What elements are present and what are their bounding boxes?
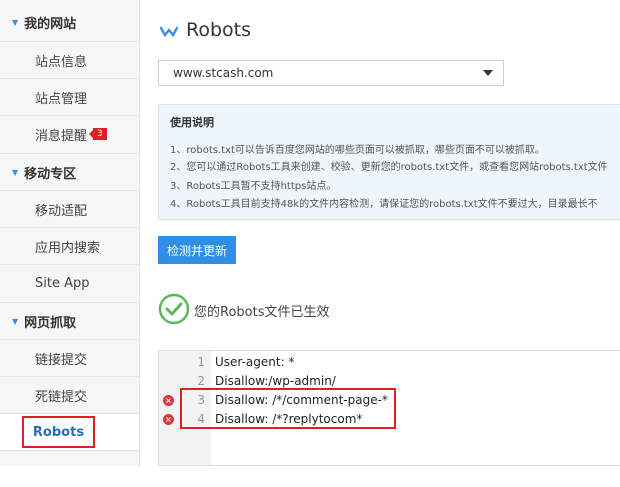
- code-text: Disallow:/wp-admin/: [215, 374, 336, 388]
- line-number: 2: [197, 374, 205, 388]
- sidebar-item-link-submit[interactable]: 链接提交: [0, 339, 139, 376]
- sidebar-item-next[interactable]: [0, 450, 139, 487]
- sidebar-item-label: 消息提醒: [35, 128, 88, 144]
- chevron-down-icon: [483, 70, 493, 76]
- expand-triangle-icon: ▼: [12, 167, 19, 177]
- sidebar-item-label: 死链提交: [35, 389, 88, 405]
- status-message: 您的Robots文件已生效: [194, 305, 330, 320]
- error-highlight-box: [180, 388, 396, 429]
- check-and-update-button[interactable]: 检测并更新: [158, 236, 236, 264]
- sidebar-item-label: 链接提交: [35, 352, 88, 368]
- sidebar-item-label: 应用内搜索: [35, 240, 101, 256]
- sidebar-item-dead-link-submit[interactable]: 死链提交: [0, 376, 139, 413]
- sidebar-item-label: Site App: [35, 275, 90, 291]
- sidebar-item-robots[interactable]: Robots: [0, 413, 139, 450]
- site-select[interactable]: www.stcash.com: [158, 60, 504, 86]
- sidebar-item-messages[interactable]: 消息提醒 3: [0, 115, 139, 152]
- instruction-line: 2、您可以通过Robots工具来创建、校验、更新您的robots.txt文件，或…: [170, 162, 608, 173]
- sidebar-item-label: 站点管理: [35, 91, 88, 107]
- line-number: 1: [197, 355, 205, 369]
- sidebar-item-site-app[interactable]: Site App: [0, 264, 139, 301]
- instruction-line: 3、Robots工具暂不支持https站点。: [170, 181, 337, 192]
- error-icon: ×: [163, 414, 174, 425]
- success-check-icon: [158, 293, 190, 325]
- sidebar-item-site-info[interactable]: 站点信息: [0, 41, 139, 78]
- page-title: Robots: [186, 19, 252, 41]
- message-count-badge: 3: [89, 128, 107, 140]
- section-title: 网页抓取: [24, 315, 77, 331]
- usage-instructions: 使用说明 1、robots.txt可以告诉百度您网站的哪些页面可以被抓取，哪些页…: [158, 104, 620, 220]
- error-icon: ×: [163, 395, 174, 406]
- robots-logo-icon: [160, 26, 178, 38]
- sidebar-item-in-app-search[interactable]: 应用内搜索: [0, 227, 139, 264]
- instruction-line: 4、Robots工具目前支持48k的文件内容检测，请保证您的robots.txt…: [170, 199, 598, 210]
- sidebar-item-label: 站点信息: [35, 54, 88, 70]
- code-text: User-agent: *: [215, 355, 295, 369]
- sidebar: ▼ 我的网站 站点信息 站点管理 消息提醒 3 ▼ 移动专区 移动适配 应用内搜…: [0, 0, 140, 466]
- section-crawl[interactable]: ▼ 网页抓取: [0, 302, 139, 339]
- section-title: 我的网站: [24, 17, 77, 32]
- site-select-value: www.stcash.com: [173, 66, 274, 80]
- sidebar-item-mobile-adapt[interactable]: 移动适配: [0, 190, 139, 227]
- section-mobile[interactable]: ▼ 移动专区: [0, 153, 139, 190]
- sidebar-item-label: 移动适配: [35, 203, 88, 219]
- sidebar-item-label: Robots: [22, 416, 95, 448]
- section-title: 移动专区: [24, 166, 77, 182]
- instruction-line: 1、robots.txt可以告诉百度您网站的哪些页面可以被抓取，哪些页面不可以被…: [170, 145, 545, 156]
- expand-triangle-icon: ▼: [12, 18, 19, 27]
- instructions-title: 使用说明: [170, 116, 214, 129]
- sidebar-item-site-manage[interactable]: 站点管理: [0, 78, 139, 115]
- section-my-site[interactable]: ▼ 我的网站: [0, 4, 139, 41]
- code-line: 1 User-agent: *: [159, 353, 620, 372]
- expand-triangle-icon: ▼: [12, 316, 19, 326]
